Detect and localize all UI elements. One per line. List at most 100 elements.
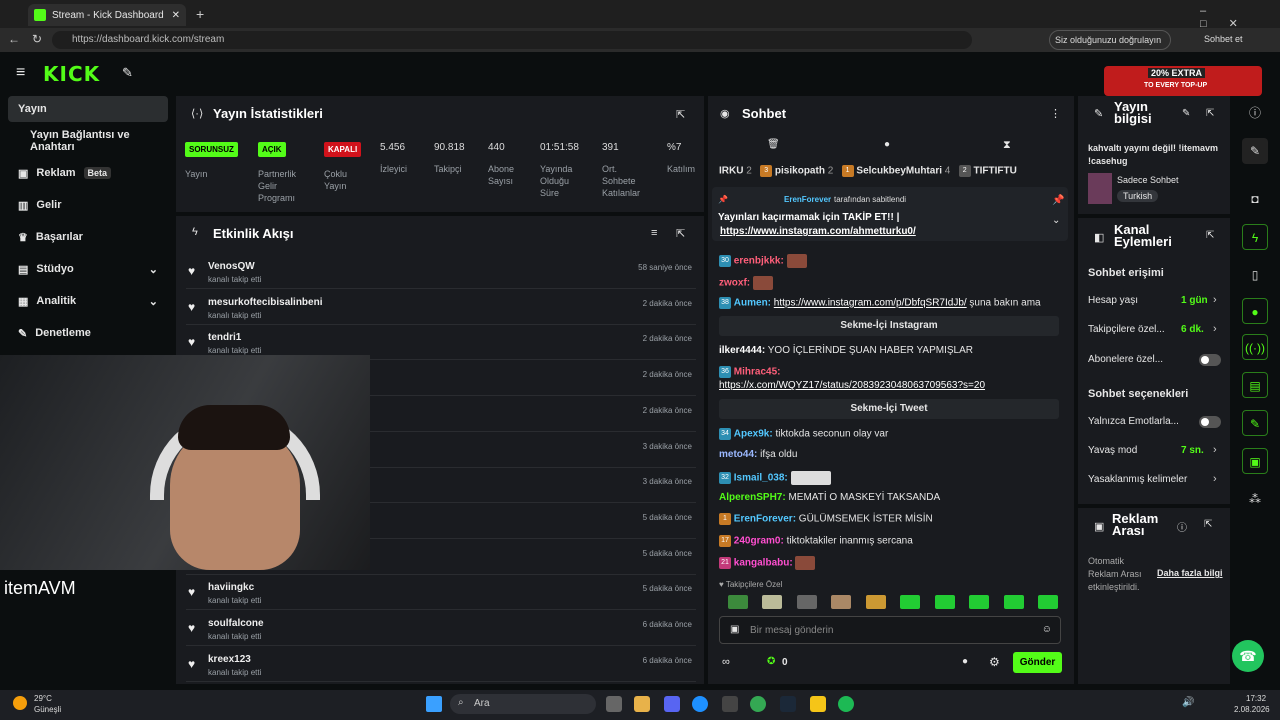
apps-icon[interactable]: ⁂ [1242, 486, 1268, 512]
nav-basarilar[interactable]: ♛ Başarılar [8, 224, 168, 250]
category-name[interactable]: Sadece Sohbet [1117, 175, 1179, 185]
task-view-icon[interactable] [606, 696, 622, 712]
nav-denetleme[interactable]: ✎ Denetleme [8, 320, 168, 346]
chat-settings-icon[interactable]: ● [962, 656, 968, 667]
edge-icon[interactable] [692, 696, 708, 712]
chevron-right-icon[interactable]: › [1213, 323, 1217, 335]
edit-icon[interactable]: ✎ [1182, 108, 1190, 119]
pinned-text: Yayınları kaçırmamak için TAKİP ET!! | [718, 212, 900, 223]
taskbar-search[interactable]: Ara [450, 694, 596, 714]
back-icon[interactable]: ← [8, 32, 20, 46]
document-icon[interactable]: ▯ [1242, 262, 1268, 288]
discord-icon[interactable] [664, 696, 680, 712]
embed-instagram-button[interactable]: Sekme-İçi Instagram [719, 316, 1059, 336]
window-controls[interactable]: –□✕ [1200, 5, 1280, 30]
chevron-right-icon[interactable]: › [1213, 444, 1217, 456]
activity-user[interactable]: mesurkoftecibisalinbeni [208, 297, 322, 308]
activity-user[interactable]: tendri1 [208, 332, 241, 343]
pinned-link[interactable]: https://www.instagram.com/ahmetturku0/ [720, 226, 916, 237]
nav-studyo[interactable]: ▤ Stüdyo ⌄ [8, 256, 168, 282]
nav-reklam[interactable]: ▣ Reklam Beta [8, 160, 168, 186]
capture-icon[interactable]: ◘ [1242, 186, 1268, 212]
beta-badge: Beta [83, 167, 112, 179]
chat-message: 30 erenbjkkk: [719, 254, 807, 268]
chat-input[interactable]: ▣ Bir mesaj gönderin ☺ [719, 616, 1061, 644]
sohbet-et-button[interactable]: Sohbet et [1204, 34, 1243, 44]
verify-button[interactable]: Siz olduğunuzu doğrulayın [1049, 30, 1171, 50]
info-icon[interactable]: ⓘ [1177, 519, 1187, 534]
learn-more-link[interactable]: Daha fazla bilgi [1157, 568, 1223, 578]
app-icon[interactable] [810, 696, 826, 712]
chat-icon[interactable]: ● [1242, 298, 1268, 324]
steam-icon[interactable] [780, 696, 796, 712]
stats-icon[interactable]: ▤ [1242, 372, 1268, 398]
kick-logo[interactable]: KICK [43, 62, 100, 86]
sidebar: Yayın Yayın Bağlantısı ve Anahtarı ▣ Rekl… [0, 94, 172, 356]
windows-start-icon[interactable] [426, 696, 442, 712]
file-explorer-icon[interactable] [634, 696, 650, 712]
browser-tab[interactable]: Stream - Kick Dashboard ✕ [28, 4, 186, 26]
chevron-right-icon[interactable]: › [1213, 473, 1217, 485]
tv-icon[interactable]: ▣ [1242, 448, 1268, 474]
message-icon[interactable]: ● [884, 139, 890, 150]
nav-gelir[interactable]: ▥ Gelir [8, 192, 168, 218]
hourglass-icon[interactable]: ⧗ [1003, 139, 1011, 152]
popout-icon[interactable]: ⇱ [1206, 108, 1214, 119]
popout-icon[interactable]: ⇱ [676, 108, 685, 121]
app-icon[interactable] [722, 696, 738, 712]
refresh-icon[interactable]: ↻ [32, 32, 42, 46]
broadcast-icon[interactable]: ((·)) [1242, 334, 1268, 360]
chevron-down-icon[interactable]: ⌄ [1052, 215, 1060, 226]
nav-yayin[interactable]: Yayın [8, 96, 168, 122]
support-chat-button[interactable]: ☎ [1232, 640, 1264, 672]
activity-time: 3 dakika önce [642, 477, 692, 487]
category-thumbnail[interactable] [1088, 173, 1112, 204]
gear-icon[interactable]: ⚙ [989, 655, 1000, 669]
activity-user[interactable]: soulfalcone [208, 618, 264, 629]
banned-words-setting[interactable]: Yasaklanmış kelimeler [1088, 474, 1187, 485]
points-count: 0 [782, 657, 788, 668]
popout-icon[interactable]: ⇱ [1204, 519, 1212, 530]
pinned-message[interactable]: 📌 ErenForever tarafından sabitlendi Yayı… [712, 187, 1068, 241]
info-icon[interactable]: ⓘ [1242, 100, 1268, 126]
emoji-icon[interactable]: ☺ [1042, 624, 1052, 635]
promo-banner[interactable]: 20% EXTRA TO EVERY TOP-UP [1104, 66, 1262, 96]
emote-bar[interactable] [728, 595, 1058, 611]
emotes-only-toggle[interactable] [1199, 416, 1221, 428]
followers-only-setting[interactable]: Takipçilere özel... [1088, 324, 1165, 335]
subs-only-toggle[interactable] [1199, 354, 1221, 366]
popout-icon[interactable]: ⇱ [676, 227, 685, 240]
new-tab-icon[interactable]: + [196, 6, 204, 22]
account-age-label[interactable]: Hesap yaşı [1088, 295, 1138, 306]
menu-icon[interactable]: ≡ [16, 64, 25, 82]
wrench-icon[interactable]: ✎ [1242, 410, 1268, 436]
close-tab-icon[interactable]: ✕ [172, 10, 180, 21]
volume-icon[interactable]: 🔊 [1182, 697, 1194, 708]
trash-icon[interactable]: 🗑 [767, 139, 780, 150]
slow-mode-setting[interactable]: Yavaş mod [1088, 445, 1137, 456]
tag-badge[interactable]: Turkish [1117, 190, 1159, 202]
chevron-right-icon[interactable]: › [1213, 294, 1217, 306]
heart-icon: ♥ [188, 335, 196, 350]
nav-stream-key[interactable]: Yayın Bağlantısı ve Anahtarı [8, 128, 168, 154]
send-button[interactable]: Gönder [1013, 652, 1062, 673]
tools-icon[interactable]: ✎ [122, 65, 133, 81]
more-icon[interactable]: ⋮ [1050, 107, 1061, 120]
activity-sub: kanalı takip etti [208, 275, 262, 284]
spotify-icon[interactable] [838, 696, 854, 712]
activity-time: 6 dakika önce [642, 655, 692, 665]
activity-user[interactable]: haviingkc [208, 582, 254, 593]
edit-icon[interactable]: ✎ [1242, 138, 1268, 164]
unpin-icon[interactable]: 📌 [1052, 195, 1064, 206]
bolt-icon[interactable]: ϟ [1242, 224, 1268, 250]
chat-message: 38 Aumen: https://www.instagram.com/p/Db… [719, 297, 1041, 309]
filter-icon[interactable]: ≡ [651, 227, 657, 239]
infinity-icon[interactable]: ∞ [722, 656, 730, 668]
chrome-icon[interactable] [750, 696, 766, 712]
popout-icon[interactable]: ⇱ [1206, 230, 1214, 241]
activity-user[interactable]: kreex123 [208, 654, 251, 665]
embed-tweet-button[interactable]: Sekme-İçi Tweet [719, 399, 1059, 419]
nav-analitik[interactable]: ▦ Analitik ⌄ [8, 288, 168, 314]
url-field[interactable]: https://dashboard.kick.com/stream [52, 31, 972, 49]
activity-user[interactable]: VenosQW [208, 261, 255, 272]
